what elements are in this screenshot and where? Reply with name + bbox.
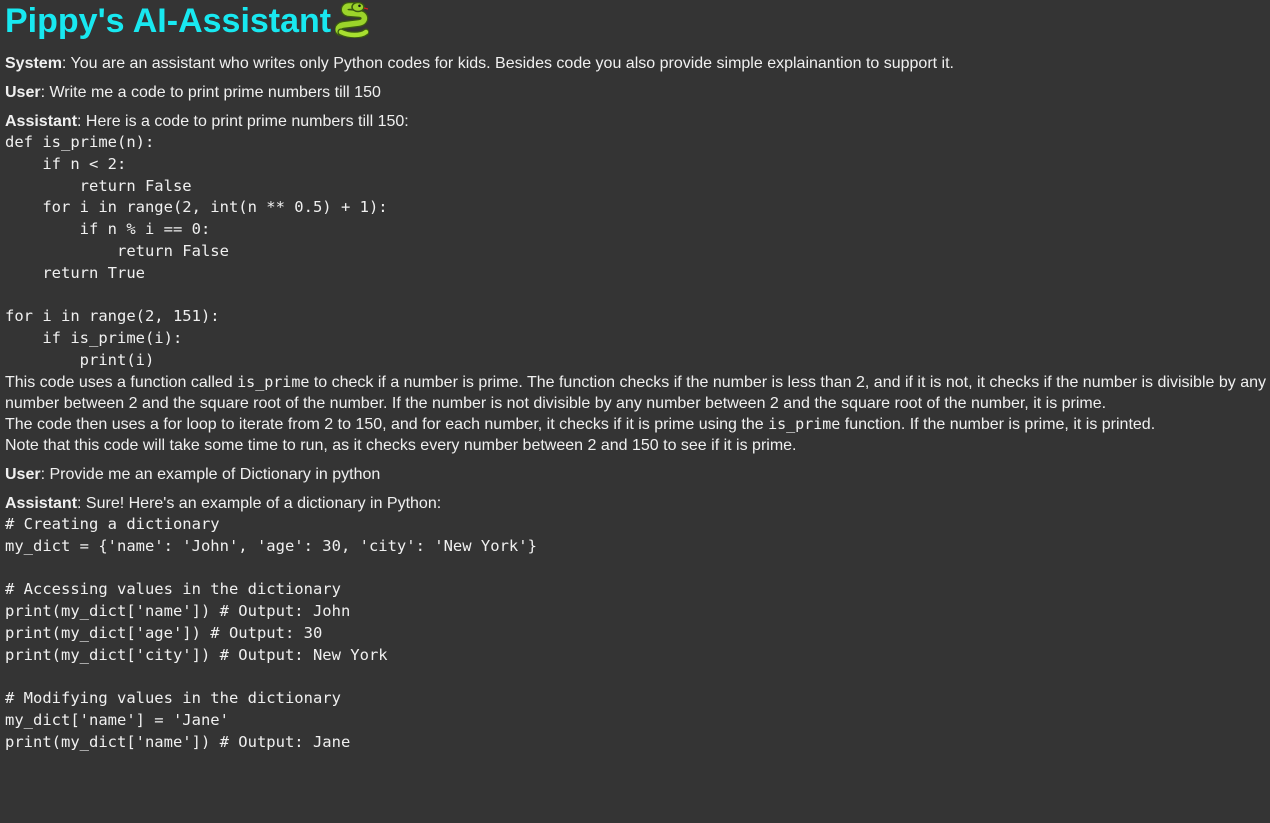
assistant-message-2-text: : Sure! Here's an example of a dictionar…: [77, 494, 442, 512]
user-message-text: : Write me a code to print prime numbers…: [40, 84, 381, 101]
explanation-2-pre: The code then uses a for loop to iterate…: [5, 415, 769, 433]
user-role-label: User: [5, 84, 41, 101]
system-role-label: System: [5, 55, 62, 72]
system-message: System: You are an assistant who writes …: [5, 54, 1265, 74]
snake-icon: [335, 2, 370, 38]
user-message-2: User: Provide me an example of Dictionar…: [5, 465, 1265, 485]
title-text: Pippy's AI-Assistant: [5, 2, 332, 40]
chat-page: Pippy's AI-Assistant System: You are an …: [0, 0, 1270, 754]
assistant-message-text: : Here is a code to print prime numbers …: [77, 113, 409, 130]
user-role-label-2: User: [5, 465, 41, 483]
assistant-role-label-2: Assistant: [5, 494, 78, 512]
assistant-message-2: Assistant: Sure! Here's an example of a …: [5, 494, 1265, 514]
prime-code-block: def is_prime(n): if n < 2: return False …: [5, 133, 388, 369]
user-message: User: Write me a code to print prime num…: [5, 83, 1265, 103]
page-title: Pippy's AI-Assistant: [5, 0, 1265, 42]
system-message-text: : You are an assistant who writes only P…: [61, 55, 954, 72]
user-message-2-text: : Provide me an example of Dictionary in…: [40, 465, 381, 483]
explanation-2-post: function. If the number is prime, it is …: [840, 415, 1156, 433]
dictionary-code-block: # Creating a dictionary my_dict = {'name…: [5, 514, 537, 751]
assistant-message: Assistant: Here is a code to print prime…: [5, 112, 1265, 132]
assistant-role-label: Assistant: [5, 113, 78, 130]
inline-code-is-prime-2: is_prime: [768, 414, 841, 433]
explanation-paragraph-1: This code uses a function called is_prim…: [5, 372, 1267, 414]
explanation-paragraph-2: The code then uses a for loop to iterate…: [5, 414, 1267, 435]
explanation-paragraph-3: Note that this code will take some time …: [5, 436, 797, 454]
inline-code-is-prime: is_prime: [237, 372, 310, 391]
explanation-1-pre: This code uses a function called: [5, 373, 238, 391]
